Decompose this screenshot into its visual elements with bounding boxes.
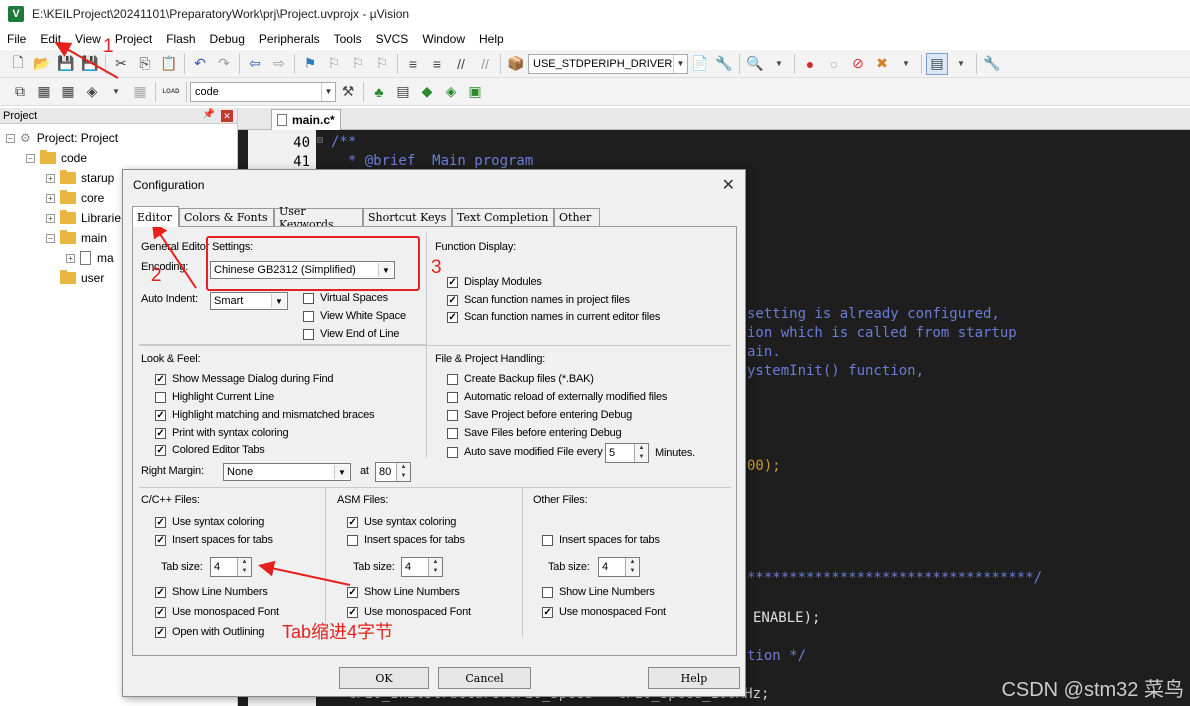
annotation-arrow-1 [54,42,119,79]
annotation-arrows [54,42,351,586]
annotation-arrow-2 [151,221,197,289]
watermark: CSDN @stm32 菜鸟 [1001,679,1184,701]
annotation-arrow-tab [258,560,351,586]
tab-editor[interactable]: Editor [132,206,179,227]
